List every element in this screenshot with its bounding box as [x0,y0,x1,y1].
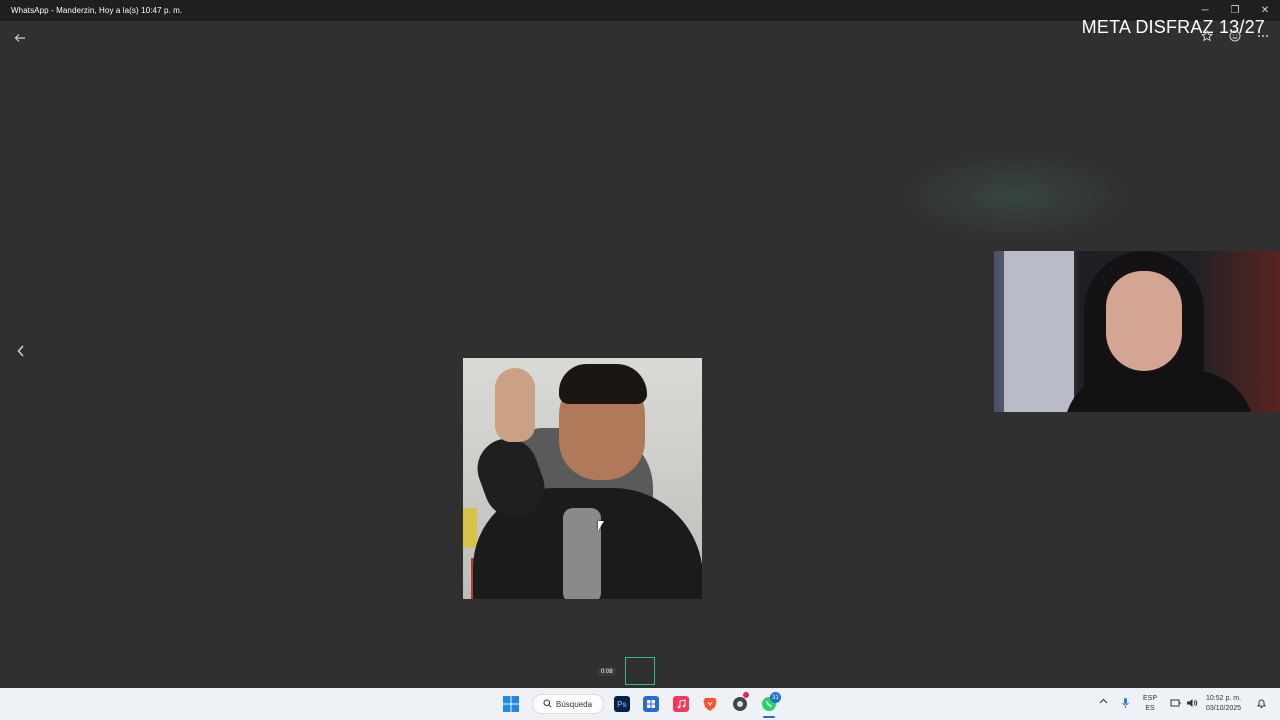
keyboard-label: ES [1145,705,1155,712]
webcam-face [1106,271,1182,371]
selected-thumbnail[interactable] [625,657,655,685]
chevron-up-icon[interactable] [1099,698,1108,708]
music-icon[interactable] [673,696,689,712]
search-icon [543,699,552,710]
photo-yellow-object [463,508,477,548]
language-indicator[interactable]: ESP ES [1143,694,1157,714]
recording-dot [743,692,749,698]
network-icon[interactable] [1170,698,1182,712]
background-glow [900,151,1130,241]
volume-icon[interactable] [1186,698,1198,712]
webcam-wall [1004,251,1074,412]
video-duration-label: 0:08 [598,668,616,676]
clock-time: 10:52 p. m. [1206,695,1242,702]
microsoft-store-icon[interactable] [643,696,659,712]
media-photo[interactable] [463,358,702,599]
chevron-left-icon[interactable] [12,341,30,361]
photoshop-icon[interactable]: Ps [614,696,630,712]
active-app-indicator [763,716,775,718]
microphone-icon[interactable] [1121,697,1130,713]
star-icon[interactable] [1200,29,1214,43]
photo-hair [559,364,647,404]
windows-start-icon[interactable] [503,696,519,712]
viewer-toolbar [1200,29,1270,43]
webcam-overlay [994,251,1280,412]
emoji-icon[interactable] [1228,29,1242,43]
language-label: ESP [1143,695,1158,702]
media-viewer: META DISFRAZ 13/27 0:08 [0,17,1280,688]
photo-waving-hand [495,368,535,442]
photoshop-label: Ps [617,699,627,709]
clock-date: 03/10/2025 [1206,705,1242,712]
back-arrow-icon[interactable] [12,30,28,46]
more-icon[interactable] [1256,29,1270,43]
mouse-cursor-icon [598,521,604,531]
clock[interactable]: 10:52 p. m. 03/10/2025 [1206,694,1241,714]
taskbar-search[interactable]: Búsqueda [532,694,604,714]
photo-shirt [563,508,601,599]
search-label: Búsqueda [556,699,593,709]
window-title: WhatsApp - Manderzin, Hoy a la(s) 10:47 … [11,6,183,15]
taskbar: Búsqueda Ps 31 ESP ES 10:52 p. m. 03/10/… [0,688,1280,720]
whatsapp-unread-badge: 31 [770,692,781,703]
notification-bell-icon[interactable] [1256,698,1267,713]
chrome-icon[interactable] [732,696,748,712]
brave-icon[interactable] [702,696,718,712]
